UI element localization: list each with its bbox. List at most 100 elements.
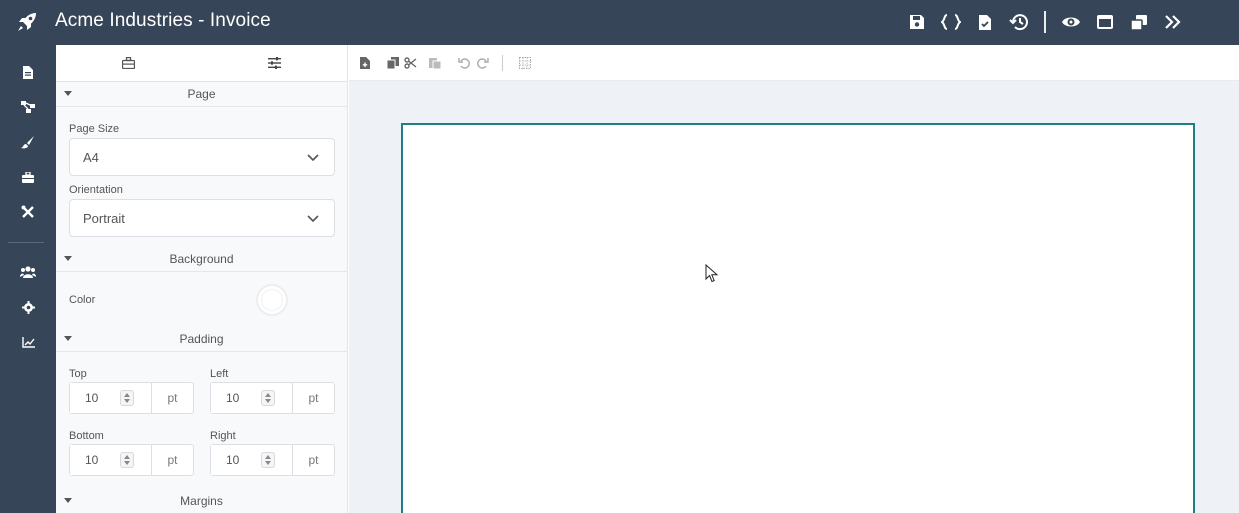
- sitemap-icon: [21, 101, 35, 113]
- orientation-select[interactable]: Portrait: [69, 199, 335, 237]
- file-check-icon: [979, 14, 991, 30]
- padding-top-unit: pt: [167, 391, 178, 405]
- rail-document[interactable]: [0, 57, 56, 87]
- paste-icon: [429, 58, 441, 69]
- rail-style[interactable]: [0, 127, 56, 157]
- section-padding-header[interactable]: Padding: [56, 327, 347, 352]
- rail-structure[interactable]: [0, 92, 56, 122]
- padding-top-field: pt: [69, 382, 194, 414]
- scissors-icon: [403, 57, 416, 69]
- history-icon: [1009, 14, 1028, 31]
- gear-icon: [21, 300, 35, 314]
- redo-button[interactable]: [475, 55, 491, 71]
- section-background-header[interactable]: Background: [56, 247, 347, 272]
- grid-button[interactable]: [517, 55, 533, 71]
- background-color-swatch[interactable]: [256, 284, 288, 316]
- section-background-body: Color: [56, 272, 347, 327]
- orientation-label: Orientation: [69, 184, 123, 196]
- chart-line-icon: [21, 336, 35, 348]
- padding-top-input[interactable]: [70, 383, 152, 413]
- padding-bottom-input[interactable]: [70, 445, 152, 475]
- panel-tabs: [56, 45, 347, 82]
- file-icon: [23, 65, 33, 79]
- orientation-value: Portrait: [83, 210, 125, 226]
- tools-icon: [21, 205, 34, 218]
- code-button[interactable]: [934, 8, 968, 36]
- caret-down-icon: [64, 256, 72, 261]
- section-page-title: Page: [187, 87, 216, 101]
- top-bar: Acme Industries - Invoice: [0, 0, 1239, 45]
- section-padding-body: Top pt Left pt Bottom pt Right: [56, 352, 347, 489]
- braces-icon: [941, 14, 961, 30]
- preview-button[interactable]: [1054, 8, 1088, 36]
- toolbox-icon: [122, 57, 136, 69]
- grid-icon: [519, 57, 531, 69]
- padding-bottom-unit: pt: [167, 453, 178, 467]
- rail-components[interactable]: [0, 162, 56, 192]
- tab-components[interactable]: [56, 45, 202, 81]
- section-background-title: Background: [169, 252, 234, 266]
- padding-bottom-spinner[interactable]: [120, 452, 134, 468]
- padding-bottom-label: Bottom: [69, 430, 104, 442]
- next-button[interactable]: [1156, 8, 1190, 36]
- padding-right-unit: pt: [308, 453, 319, 467]
- page-size-select[interactable]: A4: [69, 138, 335, 176]
- caret-down-icon: [64, 91, 72, 96]
- page-size-value: A4: [83, 149, 99, 165]
- page-size-label: Page Size: [69, 123, 120, 135]
- brush-icon: [21, 136, 34, 149]
- padding-right-spinner[interactable]: [261, 452, 275, 468]
- padding-left-spinner[interactable]: [261, 390, 275, 406]
- window-icon: [1097, 15, 1113, 29]
- rail-tools[interactable]: [0, 197, 56, 227]
- cut-button[interactable]: [402, 55, 418, 71]
- padding-left-field: pt: [210, 382, 335, 414]
- users-icon: [20, 266, 36, 278]
- history-button[interactable]: [1002, 8, 1036, 36]
- left-rail: [0, 45, 56, 513]
- report-designer: Acme Industries - Invoice Page Page Size…: [0, 0, 1239, 513]
- padding-left-unit: pt: [308, 391, 319, 405]
- padding-left-label: Left: [210, 368, 229, 380]
- section-margins-title: Margins: [180, 494, 223, 508]
- undo-button[interactable]: [456, 55, 472, 71]
- copy-icon: [387, 57, 399, 69]
- caret-down-icon: [64, 336, 72, 341]
- rail-analytics[interactable]: [0, 327, 56, 357]
- chevron-down-icon: [307, 154, 319, 162]
- padding-right-input[interactable]: [211, 445, 293, 475]
- chevron-down-icon: [307, 215, 319, 223]
- rail-divider: [8, 242, 44, 243]
- paste-button[interactable]: [427, 55, 443, 71]
- top-actions: [900, 8, 1190, 36]
- design-canvas[interactable]: [349, 81, 1239, 513]
- rail-settings[interactable]: [0, 292, 56, 322]
- rail-users[interactable]: [0, 257, 56, 287]
- background-color-label: Color: [69, 294, 96, 306]
- report-page[interactable]: [401, 123, 1195, 513]
- app-title: Acme Industries - Invoice: [55, 10, 271, 31]
- clone-icon: [1130, 14, 1147, 31]
- window-button[interactable]: [1088, 8, 1122, 36]
- padding-top-spinner[interactable]: [120, 390, 134, 406]
- section-page-body: Page Size A4 Orientation Portrait: [56, 107, 347, 247]
- section-page-header[interactable]: Page: [56, 82, 347, 107]
- new-page-button[interactable]: [357, 55, 373, 71]
- padding-right-label: Right: [210, 430, 236, 442]
- eye-icon: [1062, 17, 1080, 27]
- undo-icon: [458, 58, 470, 69]
- save-icon: [910, 15, 924, 29]
- clone-button[interactable]: [1122, 8, 1156, 36]
- file-plus-icon: [360, 57, 370, 69]
- padding-left-input[interactable]: [211, 383, 293, 413]
- padding-bottom-field: pt: [69, 444, 194, 476]
- copy-button[interactable]: [385, 55, 401, 71]
- toolbar-divider: [502, 55, 503, 71]
- sliders-icon: [267, 57, 281, 69]
- validate-button[interactable]: [968, 8, 1002, 36]
- tab-properties[interactable]: [202, 45, 348, 81]
- rocket-icon[interactable]: [12, 7, 42, 37]
- properties-panel: Page Page Size A4 Orientation Portrait B…: [56, 45, 348, 513]
- section-margins-header[interactable]: Margins: [56, 489, 347, 513]
- save-button[interactable]: [900, 8, 934, 36]
